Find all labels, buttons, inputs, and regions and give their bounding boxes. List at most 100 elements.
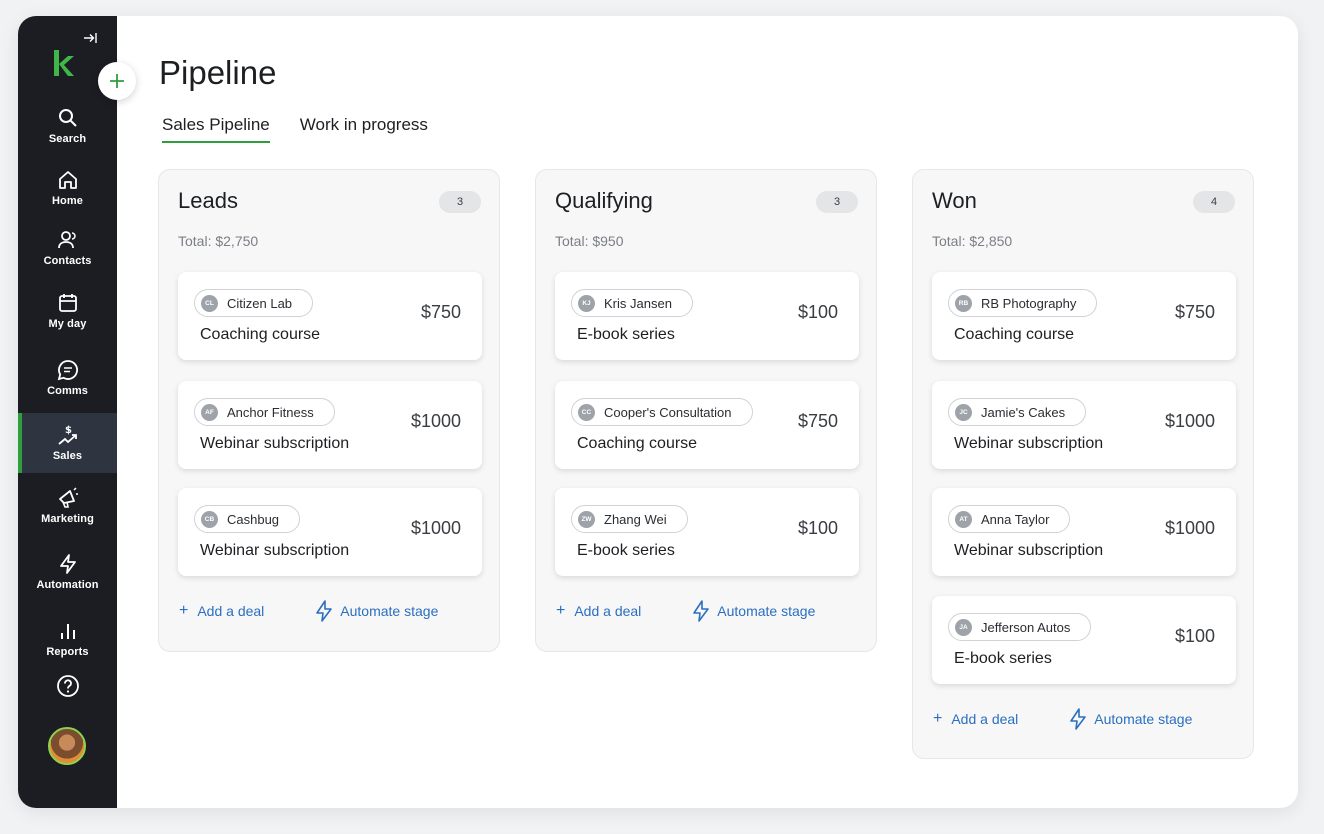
automate-stage-label: Automate stage xyxy=(340,603,439,619)
add-deal-label: Add a deal xyxy=(197,603,265,619)
sidebar-item-label: Automation xyxy=(36,579,99,591)
sidebar-item-contacts[interactable]: Contacts xyxy=(18,218,117,278)
sales-icon: $ xyxy=(57,425,77,445)
plus-icon: + xyxy=(933,710,943,727)
column-actions: + Add a deal Automate stage xyxy=(179,600,469,622)
contact-initials-avatar: ZW xyxy=(578,510,595,528)
contact-chip[interactable]: CB Cashbug xyxy=(194,505,301,533)
add-deal-button[interactable]: + Add a deal xyxy=(179,602,264,620)
automate-stage-label: Automate stage xyxy=(717,603,816,619)
add-deal-button[interactable]: + Add a deal xyxy=(933,710,1018,728)
sidebar-item-automation[interactable]: Automation xyxy=(18,542,117,602)
deal-amount: $100 xyxy=(797,302,838,322)
sidebar-item-reports[interactable]: Reports xyxy=(18,609,117,669)
contact-chip[interactable]: RB RB Photography xyxy=(948,289,1098,317)
sidebar-item-label: My day xyxy=(48,318,87,330)
sidebar-item-marketing[interactable]: Marketing xyxy=(18,476,117,536)
contact-initials-avatar: AF xyxy=(201,403,218,421)
pipeline-column-qualifying: Qualifying 3 Total: $950 KJ Kris Jansen … xyxy=(535,169,877,652)
keap-logo xyxy=(54,50,74,76)
add-deal-button[interactable]: + Add a deal xyxy=(556,602,641,620)
contact-name: Citizen Lab xyxy=(227,295,293,311)
contact-name: Anchor Fitness xyxy=(227,404,314,420)
column-title: Qualifying xyxy=(555,188,653,213)
page-title: Pipeline xyxy=(159,54,277,91)
contact-chip[interactable]: CL Citizen Lab xyxy=(194,289,314,317)
lightning-icon xyxy=(1070,708,1087,730)
user-avatar[interactable] xyxy=(48,727,86,765)
sidebar-item-label: Reports xyxy=(46,646,89,658)
contact-chip[interactable]: CC Cooper's Consultation xyxy=(571,398,753,426)
sidebar-item-comms[interactable]: Comms xyxy=(18,348,117,408)
pipeline-column-leads: Leads 3 Total: $2,750 CL Citizen Lab Coa… xyxy=(158,169,500,652)
contact-name: Cooper's Consultation xyxy=(604,404,732,420)
deal-card[interactable]: CB Cashbug Webinar subscription $1000 xyxy=(178,488,482,576)
svg-text:$: $ xyxy=(65,425,72,436)
deal-card[interactable]: CC Cooper's Consultation Coaching course… xyxy=(555,381,859,469)
pipeline-tabs: Sales Pipeline Work in progress xyxy=(162,115,428,143)
contact-name: Jamie's Cakes xyxy=(981,404,1066,420)
automate-stage-button[interactable]: Automate stage xyxy=(692,600,815,622)
deal-amount: $750 xyxy=(420,302,461,322)
tab-work-in-progress[interactable]: Work in progress xyxy=(300,115,428,143)
contact-chip[interactable]: KJ Kris Jansen xyxy=(571,289,693,317)
sidebar-item-label: Search xyxy=(48,133,87,145)
deal-title: Webinar subscription xyxy=(954,542,1104,559)
help-icon[interactable] xyxy=(56,674,80,698)
deal-card[interactable]: ZW Zhang Wei E-book series $100 xyxy=(555,488,859,576)
contact-initials-avatar: CC xyxy=(578,403,595,421)
chat-icon xyxy=(57,360,78,381)
plus-icon xyxy=(110,74,124,88)
plus-icon: + xyxy=(556,602,566,619)
deal-title: Coaching course xyxy=(577,435,698,452)
add-deal-label: Add a deal xyxy=(951,711,1019,727)
deal-count-badge: 4 xyxy=(1193,191,1235,213)
contact-chip[interactable]: ZW Zhang Wei xyxy=(571,505,688,533)
contact-initials-avatar: CB xyxy=(201,510,218,528)
bar-chart-icon xyxy=(60,624,75,639)
contact-name: Cashbug xyxy=(227,511,280,527)
sidebar-item-sales[interactable]: $ Sales xyxy=(18,413,117,473)
column-total: Total: $2,750 xyxy=(178,233,259,249)
contact-initials-avatar: KJ xyxy=(578,294,595,312)
deal-card[interactable]: JA Jefferson Autos E-book series $100 xyxy=(932,596,1236,684)
plus-icon: + xyxy=(179,602,189,619)
sidebar-item-home[interactable]: Home xyxy=(18,158,117,218)
contact-initials-avatar: JC xyxy=(955,403,972,421)
quick-add-button[interactable] xyxy=(98,62,136,100)
deal-amount: $750 xyxy=(797,411,838,431)
contact-chip[interactable]: AT Anna Taylor xyxy=(948,505,1071,533)
contact-chip[interactable]: AF Anchor Fitness xyxy=(194,398,335,426)
deal-amount: $750 xyxy=(1174,302,1215,322)
collapse-sidebar-icon[interactable] xyxy=(82,30,98,46)
column-title: Leads xyxy=(178,188,238,213)
deal-title: Coaching course xyxy=(954,326,1075,343)
app-window: Search Home Contacts My day Comms $ Sale… xyxy=(18,16,1298,808)
tab-sales-pipeline[interactable]: Sales Pipeline xyxy=(162,115,270,143)
contact-chip[interactable]: JA Jefferson Autos xyxy=(948,613,1092,641)
sidebar-item-my-day[interactable]: My day xyxy=(18,281,117,341)
deal-title: E-book series xyxy=(954,650,1052,667)
deal-card[interactable]: KJ Kris Jansen E-book series $100 xyxy=(555,272,859,360)
automate-stage-label: Automate stage xyxy=(1094,711,1193,727)
deal-card[interactable]: CL Citizen Lab Coaching course $750 xyxy=(178,272,482,360)
sidebar-item-search[interactable]: Search xyxy=(18,96,117,156)
sidebar-item-label: Home xyxy=(52,195,83,207)
deal-card[interactable]: AF Anchor Fitness Webinar subscription $… xyxy=(178,381,482,469)
megaphone-icon xyxy=(58,487,78,508)
deal-title: Webinar subscription xyxy=(200,435,350,452)
sidebar: Search Home Contacts My day Comms $ Sale… xyxy=(18,16,117,808)
contact-name: Zhang Wei xyxy=(604,511,667,527)
automate-stage-button[interactable]: Automate stage xyxy=(315,600,438,622)
sidebar-item-label: Marketing xyxy=(41,513,94,525)
automate-stage-button[interactable]: Automate stage xyxy=(1069,708,1192,730)
deal-count-badge: 3 xyxy=(816,191,858,213)
contact-name: Kris Jansen xyxy=(604,295,672,311)
deal-card[interactable]: AT Anna Taylor Webinar subscription $100… xyxy=(932,488,1236,576)
contact-initials-avatar: RB xyxy=(955,294,972,312)
deal-card[interactable]: RB RB Photography Coaching course $750 xyxy=(932,272,1236,360)
contact-chip[interactable]: JC Jamie's Cakes xyxy=(948,398,1087,426)
deal-title: Webinar subscription xyxy=(200,542,350,559)
contact-name: RB Photography xyxy=(981,295,1077,311)
deal-card[interactable]: JC Jamie's Cakes Webinar subscription $1… xyxy=(932,381,1236,469)
